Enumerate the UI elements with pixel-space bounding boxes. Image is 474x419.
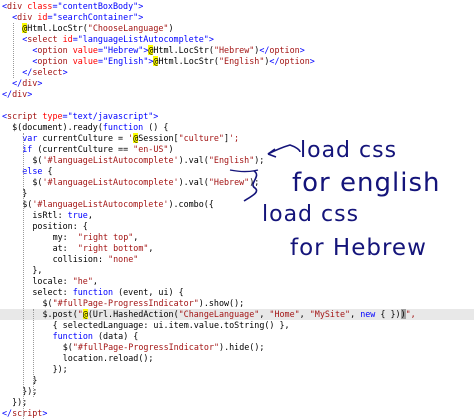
handwritten-strokes [229,144,301,202]
code-token: script [12,408,43,418]
annotation-english-line2: for english [292,168,441,198]
annotation-english-line1: load css [300,138,398,163]
annotation-hebrew-line1: load css [262,202,360,227]
code-line[interactable]: </script> [2,408,47,419]
underline-hebrew-icon [229,169,259,173]
arrow-english-icon [267,144,301,155]
arrow-hebrew-icon [243,170,258,202]
code-token: </ [2,408,13,418]
annotation-hebrew-line2: for Hebrew [290,235,427,261]
code-token: > [42,408,48,418]
